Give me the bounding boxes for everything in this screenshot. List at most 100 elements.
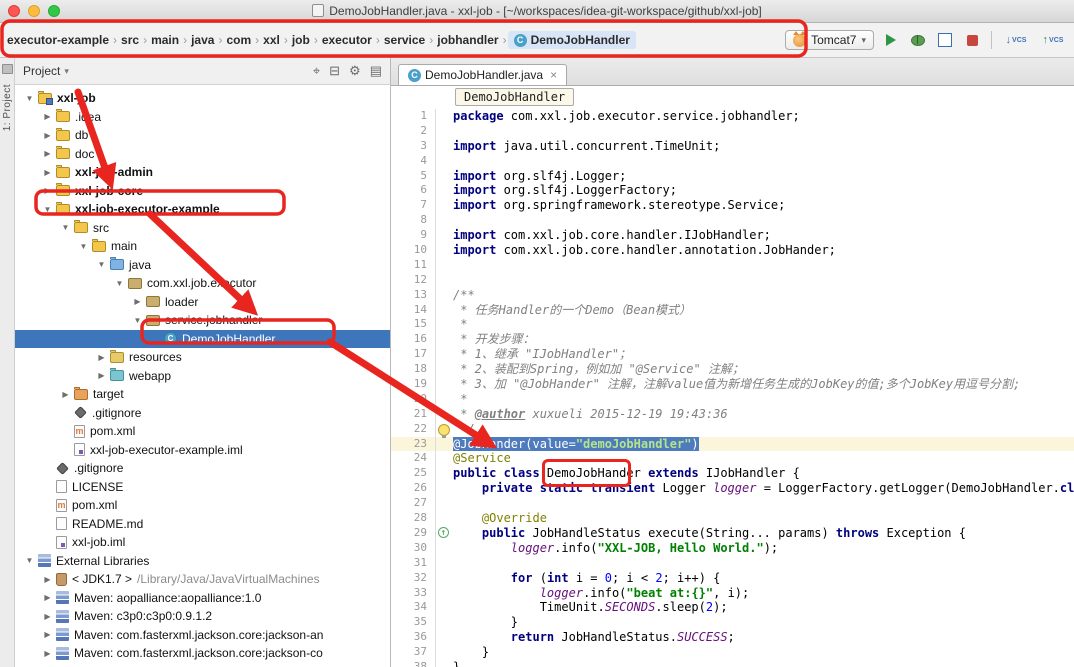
tree-row[interactable]: ▶.idea — [15, 108, 390, 127]
tree-row[interactable]: .gitignore — [15, 404, 390, 423]
breadcrumb-item[interactable]: executor-example — [4, 31, 112, 49]
run-button[interactable] — [881, 30, 901, 50]
tree-row[interactable]: xxl-job.iml — [15, 533, 390, 552]
breadcrumb-item[interactable]: CDemoJobHandler — [508, 31, 636, 49]
code-line[interactable]: 28 @Override — [391, 511, 1074, 526]
code-line[interactable]: 29↑ public JobHandleStatus execute(Strin… — [391, 526, 1074, 541]
tree-row[interactable]: ▼xxl-job — [15, 89, 390, 108]
tree-row[interactable]: ▶< JDK1.7 >/Library/Java/JavaVirtualMach… — [15, 570, 390, 589]
code-line[interactable]: 15 * — [391, 317, 1074, 332]
code-line[interactable]: 23@JobHander(value="demoJobHandler") — [391, 437, 1074, 452]
code-line[interactable]: 24@Service — [391, 451, 1074, 466]
intention-bulb-icon[interactable] — [438, 424, 450, 436]
code-line[interactable]: 5import org.slf4j.Logger; — [391, 169, 1074, 184]
run-config-selector[interactable]: Tomcat7 ▾ — [785, 30, 874, 50]
tree-row[interactable]: ▼src — [15, 219, 390, 238]
tree-expand-arrow[interactable]: ▶ — [59, 390, 72, 399]
breadcrumb-item[interactable]: jobhandler — [434, 31, 501, 49]
breadcrumb-item[interactable]: main — [148, 31, 182, 49]
breadcrumb-item[interactable]: com — [223, 31, 254, 49]
tree-row[interactable]: xxl-job-executor-example.iml — [15, 441, 390, 460]
code-line[interactable]: 18 * 2、装配到Spring，例如加 "@Service" 注解； — [391, 362, 1074, 377]
tree-expand-arrow[interactable]: ▶ — [41, 149, 54, 158]
tree-row[interactable]: LICENSE — [15, 478, 390, 497]
code-line[interactable]: 31 — [391, 556, 1074, 571]
code-line[interactable]: 13/** — [391, 288, 1074, 303]
tree-expand-arrow[interactable]: ▶ — [41, 612, 54, 621]
override-marker-icon[interactable]: ↑ — [438, 527, 449, 538]
tree-row[interactable]: ▼com.xxl.job.executor — [15, 274, 390, 293]
code-line[interactable]: 4 — [391, 154, 1074, 169]
tree-expand-arrow[interactable]: ▶ — [95, 353, 108, 362]
tree-row[interactable]: ▶xxl-job-admin — [15, 163, 390, 182]
tree-row[interactable]: ▼main — [15, 237, 390, 256]
code-line[interactable]: 19 * 3、加 "@JobHander" 注解，注解value值为新增任务生成… — [391, 377, 1074, 392]
tree-expand-arrow[interactable]: ▶ — [41, 131, 54, 140]
editor-breadcrumb-chip[interactable]: DemoJobHandler — [455, 88, 574, 106]
code-line[interactable]: 38} — [391, 660, 1074, 667]
tree-row[interactable]: pom.xml — [15, 422, 390, 441]
close-tab-icon[interactable]: × — [550, 68, 557, 82]
code-line[interactable]: 37 } — [391, 645, 1074, 660]
code-line[interactable]: 8 — [391, 213, 1074, 228]
project-tool-window-tab[interactable]: 1: Project — [2, 84, 13, 131]
code-line[interactable]: 2 — [391, 124, 1074, 139]
code-line[interactable]: 33 logger.info("beat at:{}", i); — [391, 586, 1074, 601]
tree-row[interactable]: ▶loader — [15, 293, 390, 312]
hide-panel-icon[interactable]: ▤ — [370, 63, 382, 79]
tree-expand-arrow[interactable]: ▶ — [95, 371, 108, 380]
locate-icon[interactable]: ⌖ — [313, 63, 320, 79]
tree-row[interactable]: ▼java — [15, 256, 390, 275]
settings-icon[interactable]: ⚙ — [349, 63, 361, 79]
breadcrumb-item[interactable]: service — [381, 31, 428, 49]
tree-row[interactable]: ▶resources — [15, 348, 390, 367]
tree-row[interactable]: ▶Maven: aopalliance:aopalliance:1.0 — [15, 589, 390, 608]
tree-row[interactable]: ▶xxl-job-core — [15, 182, 390, 201]
tree-expand-arrow[interactable]: ▼ — [23, 556, 36, 565]
code-line[interactable]: 16 * 开发步骤： — [391, 332, 1074, 347]
tree-expand-arrow[interactable]: ▼ — [77, 242, 90, 251]
code-line[interactable]: 3import java.util.concurrent.TimeUnit; — [391, 139, 1074, 154]
tree-row[interactable]: ▶webapp — [15, 367, 390, 386]
tree-expand-arrow[interactable]: ▼ — [95, 260, 108, 269]
tree-row[interactable]: ▶target — [15, 385, 390, 404]
code-line[interactable]: 7import org.springframework.stereotype.S… — [391, 198, 1074, 213]
code-line[interactable]: 17 * 1、继承 "IJobHandler"； — [391, 347, 1074, 362]
tree-expand-arrow[interactable]: ▼ — [113, 279, 126, 288]
tree-expand-arrow[interactable]: ▼ — [131, 316, 144, 325]
code-line[interactable]: 36 return JobHandleStatus.SUCCESS; — [391, 630, 1074, 645]
code-line[interactable]: 9import com.xxl.job.core.handler.IJobHan… — [391, 228, 1074, 243]
tree-expand-arrow[interactable]: ▶ — [131, 297, 144, 306]
tree-expand-arrow[interactable]: ▶ — [41, 593, 54, 602]
stop-button[interactable] — [962, 30, 982, 50]
tree-expand-arrow[interactable]: ▼ — [59, 223, 72, 232]
tree-expand-arrow[interactable]: ▶ — [41, 575, 54, 584]
tree-row[interactable]: ▶db — [15, 126, 390, 145]
project-panel-title[interactable]: Project — [23, 64, 60, 78]
code-line[interactable]: 21 * @author xuxueli 2015-12-19 19:43:36 — [391, 407, 1074, 422]
tree-row[interactable]: pom.xml — [15, 496, 390, 515]
code-line[interactable]: 22 */ — [391, 422, 1074, 437]
tree-row[interactable]: .gitignore — [15, 459, 390, 478]
breadcrumb-item[interactable]: java — [188, 31, 217, 49]
tree-row[interactable]: ▶Maven: com.fasterxml.jackson.core:jacks… — [15, 626, 390, 645]
breadcrumb-item[interactable]: executor — [319, 31, 375, 49]
code-line[interactable]: 10import com.xxl.job.core.handler.annota… — [391, 243, 1074, 258]
tree-expand-arrow[interactable]: ▶ — [41, 168, 54, 177]
tree-row[interactable]: ▼xxl-job-executor-example — [15, 200, 390, 219]
tree-row[interactable]: ▶Maven: com.fasterxml.jackson.core:jacks… — [15, 644, 390, 663]
code-line[interactable]: 1package com.xxl.job.executor.service.jo… — [391, 109, 1074, 124]
breadcrumb-item[interactable]: src — [118, 31, 142, 49]
code-line[interactable]: 30 logger.info("XXL-JOB, Hello World."); — [391, 541, 1074, 556]
code-line[interactable]: 11 — [391, 258, 1074, 273]
tree-expand-arrow[interactable]: ▶ — [41, 186, 54, 195]
code-line[interactable]: 35 } — [391, 615, 1074, 630]
vcs-update-button[interactable]: ↓ VCS — [1001, 30, 1031, 50]
debug-button[interactable] — [908, 30, 928, 50]
code-editor[interactable]: 1package com.xxl.job.executor.service.jo… — [391, 108, 1074, 667]
code-line[interactable]: 12 — [391, 273, 1074, 288]
breadcrumb-item[interactable]: xxl — [260, 31, 283, 49]
editor-tab[interactable]: C DemoJobHandler.java × — [398, 64, 567, 85]
code-line[interactable]: 27 — [391, 496, 1074, 511]
tree-expand-arrow[interactable]: ▶ — [41, 649, 54, 658]
